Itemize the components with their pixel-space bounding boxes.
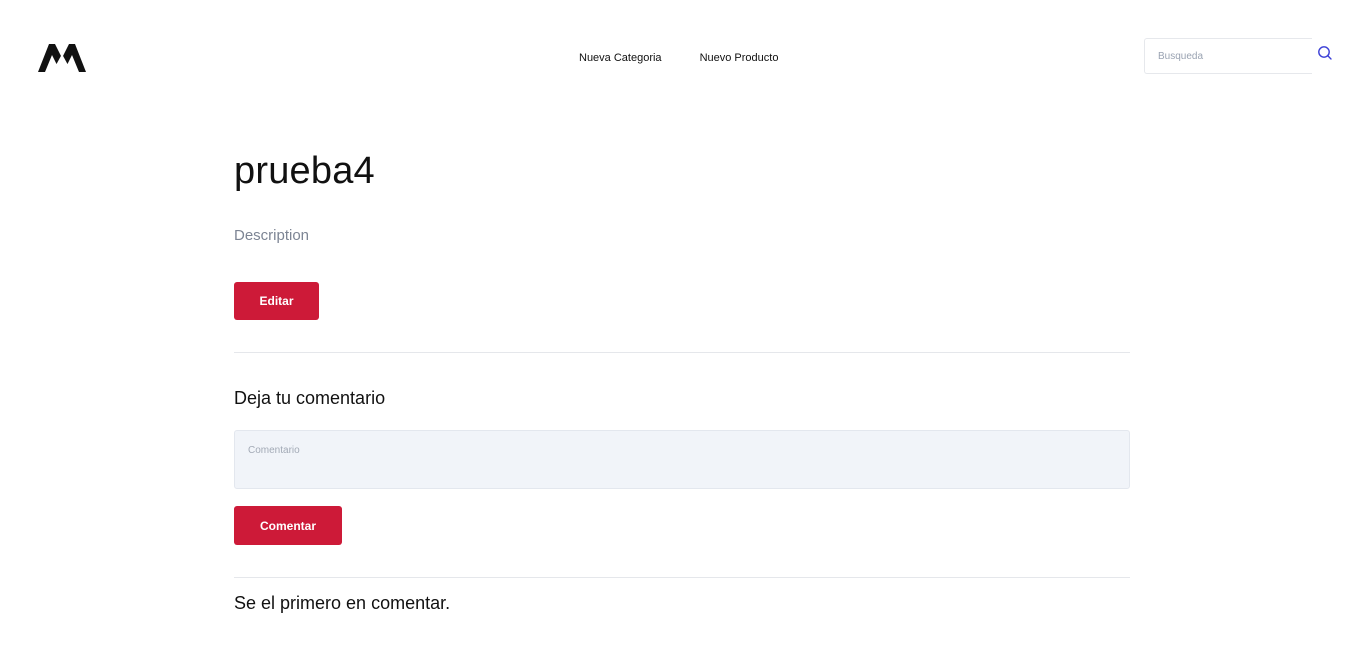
- divider: [234, 352, 1130, 353]
- nav-link-nuevo-producto[interactable]: Nuevo Producto: [700, 51, 779, 65]
- product-title: prueba4: [234, 150, 375, 192]
- page: Nueva Categoria Nuevo Producto prueba4 D…: [0, 0, 1358, 649]
- product-description: Description: [234, 227, 310, 244]
- divider: [234, 577, 1130, 578]
- mountain-logo-icon[interactable]: [36, 40, 88, 74]
- submit-comment-button[interactable]: Comentar: [234, 506, 342, 545]
- empty-comments-message: Se el primero en comentar.: [234, 593, 451, 613]
- edit-button[interactable]: Editar: [234, 282, 319, 320]
- search-form: [1144, 38, 1358, 76]
- comment-form-heading: Deja tu comentario: [234, 388, 386, 408]
- search-button[interactable]: [1314, 42, 1336, 64]
- nav-link-nueva-categoria[interactable]: Nueva Categoria: [579, 51, 662, 65]
- search-icon: [1318, 46, 1332, 60]
- comment-textarea[interactable]: [234, 430, 1130, 489]
- main-nav: Nueva Categoria Nuevo Producto: [579, 51, 778, 65]
- search-input[interactable]: [1144, 38, 1312, 74]
